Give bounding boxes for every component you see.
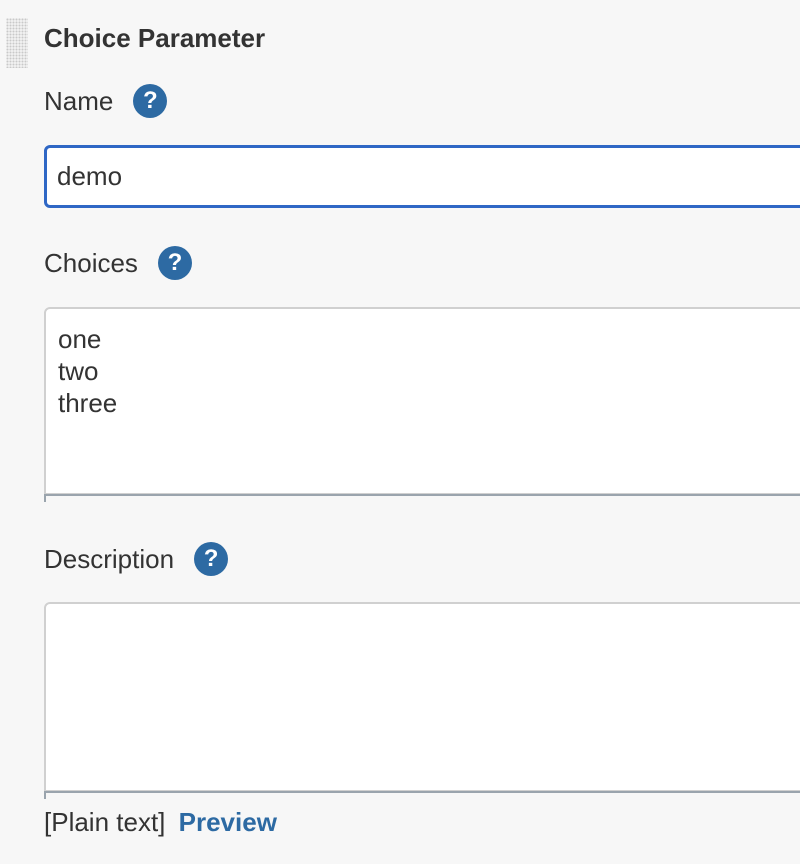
description-resize-handle[interactable] [44,791,800,799]
choices-textarea[interactable]: one two three [44,307,800,495]
description-field-label-row: Description ? [44,542,229,576]
name-input[interactable] [44,145,800,208]
plain-text-mode-label: [Plain text] [44,807,166,837]
section-title: Choice Parameter [44,23,266,53]
preview-link[interactable]: Preview [179,807,277,837]
name-label: Name [44,86,114,116]
choices-help-icon[interactable]: ? [157,246,192,280]
description-label: Description [44,544,175,574]
choice-parameter-panel: Choice Parameter Name ? Choices ? one tw… [0,0,800,864]
choices-label: Choices [44,248,138,278]
choices-field-label-row: Choices ? [44,246,192,280]
drag-handle[interactable] [6,18,28,68]
name-field-label-row: Name ? [44,84,168,118]
choices-resize-handle[interactable] [44,494,800,502]
name-help-icon[interactable]: ? [133,84,168,118]
description-textarea[interactable] [44,602,800,792]
text-format-line: [Plain text] Preview [44,806,277,838]
description-help-icon[interactable]: ? [194,542,229,576]
